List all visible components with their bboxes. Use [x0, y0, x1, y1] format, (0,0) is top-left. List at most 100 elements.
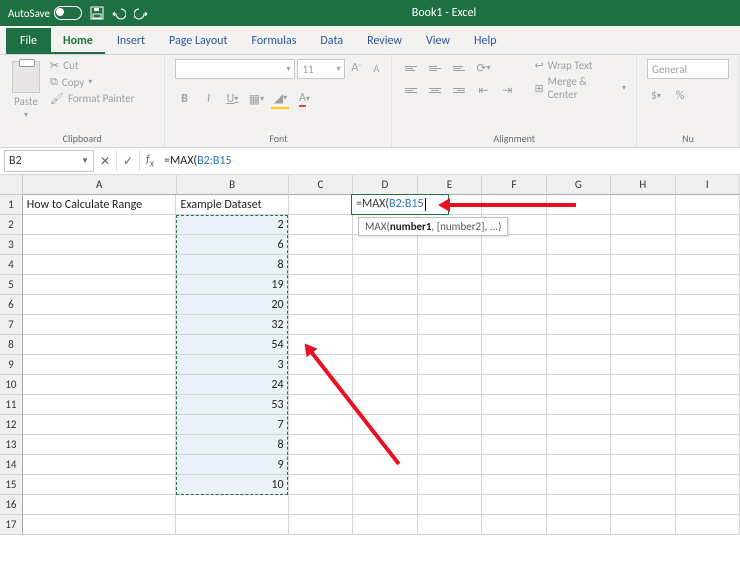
cell-F15[interactable]: [482, 475, 547, 495]
row-header-4[interactable]: 4: [0, 255, 23, 275]
cell-E14[interactable]: [418, 455, 483, 475]
cell-C5[interactable]: [289, 275, 354, 295]
cell-E10[interactable]: [418, 375, 483, 395]
formula-input[interactable]: =MAX(B2:B15: [160, 151, 740, 171]
align-center-button[interactable]: [426, 81, 444, 99]
orientation-button[interactable]: ⟳▾: [474, 59, 492, 77]
align-right-button[interactable]: [450, 81, 468, 99]
column-header-H[interactable]: H: [611, 175, 675, 195]
cell-I13[interactable]: [676, 435, 740, 455]
borders-button[interactable]: ▦▾: [247, 90, 265, 108]
cell-F7[interactable]: [482, 315, 547, 335]
cell-F12[interactable]: [482, 415, 547, 435]
cell-G3[interactable]: [547, 235, 612, 255]
cell-E17[interactable]: [418, 515, 483, 535]
cell-B10[interactable]: 24: [176, 375, 288, 395]
row-header-8[interactable]: 8: [0, 335, 23, 355]
cell-C12[interactable]: [289, 415, 354, 435]
font-color-button[interactable]: A▾: [295, 90, 313, 108]
cell-C10[interactable]: [289, 375, 354, 395]
cell-A2[interactable]: [23, 215, 177, 235]
cell-C3[interactable]: [289, 235, 354, 255]
cell-F9[interactable]: [482, 355, 547, 375]
cell-D9[interactable]: [353, 355, 418, 375]
cell-F3[interactable]: [482, 235, 547, 255]
cell-E5[interactable]: [418, 275, 483, 295]
column-header-F[interactable]: F: [482, 175, 546, 195]
row-header-16[interactable]: 16: [0, 495, 23, 515]
column-header-B[interactable]: B: [177, 175, 289, 195]
cell-E8[interactable]: [418, 335, 483, 355]
cell-I17[interactable]: [676, 515, 740, 535]
cell-I16[interactable]: [676, 495, 740, 515]
wrap-text-button[interactable]: ↩Wrap Text: [534, 59, 626, 72]
cell-D16[interactable]: [353, 495, 418, 515]
cell-A16[interactable]: [23, 495, 177, 515]
column-header-E[interactable]: E: [418, 175, 482, 195]
tab-data[interactable]: Data: [308, 28, 355, 54]
cell-G1[interactable]: [547, 195, 612, 215]
redo-icon[interactable]: [134, 6, 148, 20]
cell-F5[interactable]: [482, 275, 547, 295]
cell-B1[interactable]: Example Dataset: [176, 195, 288, 215]
cell-B7[interactable]: 32: [176, 315, 288, 335]
editing-cell-D1[interactable]: =MAX(B2:B15: [351, 194, 449, 215]
row-header-7[interactable]: 7: [0, 315, 23, 335]
cell-A5[interactable]: [23, 275, 177, 295]
cell-A12[interactable]: [23, 415, 177, 435]
cell-C16[interactable]: [289, 495, 354, 515]
column-header-D[interactable]: D: [353, 175, 417, 195]
cell-A6[interactable]: [23, 295, 177, 315]
italic-button[interactable]: I: [199, 90, 217, 108]
cell-B9[interactable]: 3: [176, 355, 288, 375]
cell-E16[interactable]: [418, 495, 483, 515]
increase-indent-button[interactable]: ⇥: [498, 81, 516, 99]
cell-G2[interactable]: [547, 215, 612, 235]
tab-review[interactable]: Review: [355, 28, 414, 54]
tab-view[interactable]: View: [414, 28, 462, 54]
cell-E13[interactable]: [418, 435, 483, 455]
cell-D12[interactable]: [353, 415, 418, 435]
row-header-2[interactable]: 2: [0, 215, 23, 235]
cell-F13[interactable]: [482, 435, 547, 455]
bold-button[interactable]: B: [175, 90, 193, 108]
cell-G13[interactable]: [547, 435, 612, 455]
row-header-10[interactable]: 10: [0, 375, 23, 395]
cell-B5[interactable]: 19: [176, 275, 288, 295]
tab-insert[interactable]: Insert: [105, 28, 157, 54]
cell-F6[interactable]: [482, 295, 547, 315]
cell-G9[interactable]: [547, 355, 612, 375]
cell-G4[interactable]: [547, 255, 612, 275]
cell-E7[interactable]: [418, 315, 483, 335]
cell-E12[interactable]: [418, 415, 483, 435]
number-format-combo[interactable]: General: [647, 59, 729, 79]
cell-F1[interactable]: [482, 195, 547, 215]
cell-B11[interactable]: 53: [176, 395, 288, 415]
cell-I12[interactable]: [676, 415, 740, 435]
cell-I14[interactable]: [676, 455, 740, 475]
cell-E6[interactable]: [418, 295, 483, 315]
cell-G17[interactable]: [547, 515, 612, 535]
row-header-17[interactable]: 17: [0, 515, 23, 535]
cell-G11[interactable]: [547, 395, 612, 415]
cell-B16[interactable]: [176, 495, 288, 515]
tab-file[interactable]: File: [6, 28, 51, 54]
cell-B8[interactable]: 54: [176, 335, 288, 355]
percent-format-button[interactable]: %: [671, 87, 689, 105]
cell-A15[interactable]: [23, 475, 177, 495]
align-left-button[interactable]: [402, 81, 420, 99]
cell-I5[interactable]: [676, 275, 740, 295]
paste-button[interactable]: Paste ▾: [10, 59, 42, 122]
undo-icon[interactable]: [112, 6, 126, 20]
cell-B14[interactable]: 9: [176, 455, 288, 475]
cell-D4[interactable]: [353, 255, 418, 275]
cell-D5[interactable]: [353, 275, 418, 295]
cell-F8[interactable]: [482, 335, 547, 355]
font-name-combo[interactable]: ▾: [175, 59, 295, 79]
tab-formulas[interactable]: Formulas: [239, 28, 308, 54]
row-header-1[interactable]: 1: [0, 195, 23, 215]
cell-B12[interactable]: 7: [176, 415, 288, 435]
cell-A17[interactable]: [23, 515, 177, 535]
merge-center-button[interactable]: ⊞Merge & Center▾: [534, 75, 626, 101]
cell-B4[interactable]: 8: [176, 255, 288, 275]
